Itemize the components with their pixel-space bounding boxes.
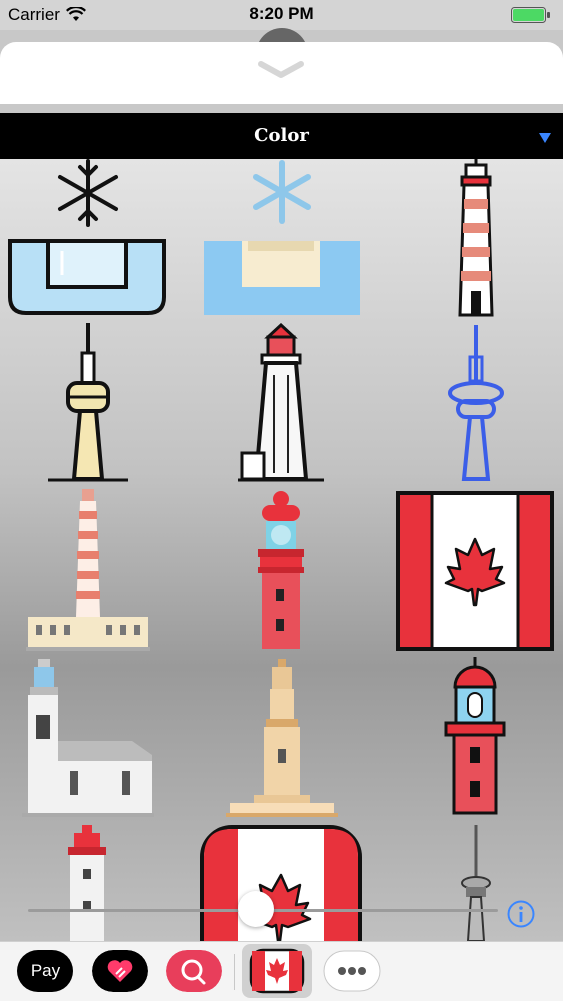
- lighthouse-red-dome-sticker[interactable]: [440, 657, 510, 821]
- imessage-app-drawer: Pay: [0, 941, 563, 1001]
- info-icon[interactable]: [507, 900, 535, 928]
- size-slider-thumb[interactable]: [238, 891, 274, 927]
- lighthouse-outline-sticker[interactable]: [236, 323, 326, 483]
- digital-touch-app-button[interactable]: [92, 950, 148, 992]
- canada-flag-rounded-sticker[interactable]: [200, 825, 362, 941]
- search-images-app-button[interactable]: [166, 950, 222, 992]
- category-picker[interactable]: Color: [0, 113, 563, 159]
- collapse-chevron-icon[interactable]: [255, 58, 307, 82]
- more-apps-button[interactable]: [323, 950, 381, 992]
- lighthouse-tall-striped-sticker[interactable]: [446, 159, 506, 319]
- snowflake-box-flat-sticker[interactable]: [202, 159, 362, 319]
- drawer-divider: [234, 954, 235, 990]
- cn-tower-gray-sticker[interactable]: [458, 825, 494, 941]
- dropdown-arrow-icon[interactable]: [539, 133, 551, 143]
- category-label: Color: [254, 125, 309, 146]
- cn-tower-outline-sticker[interactable]: [46, 323, 130, 483]
- canada-stickers-app-button[interactable]: [242, 944, 312, 998]
- cn-tower-blue-sticker[interactable]: [444, 323, 508, 483]
- clock: 8:20 PM: [249, 4, 314, 23]
- lighthouse-small-sticker[interactable]: [58, 823, 116, 941]
- tower-tan-sticker[interactable]: [226, 655, 338, 819]
- canada-flag-sticker[interactable]: [396, 491, 554, 651]
- status-bar: Carrier 8:20 PM: [0, 0, 563, 30]
- battery-icon: [511, 7, 550, 23]
- apple-pay-app-button[interactable]: Pay: [17, 950, 73, 992]
- lighthouse-white-house-sticker[interactable]: [22, 655, 154, 819]
- apple-pay-label: Pay: [30, 961, 61, 980]
- lighthouse-red-sticker[interactable]: [248, 489, 314, 651]
- sticker-grid: [0, 159, 563, 941]
- snowflake-box-sticker[interactable]: [6, 159, 168, 319]
- lighthouse-striped-building-sticker[interactable]: [26, 489, 150, 651]
